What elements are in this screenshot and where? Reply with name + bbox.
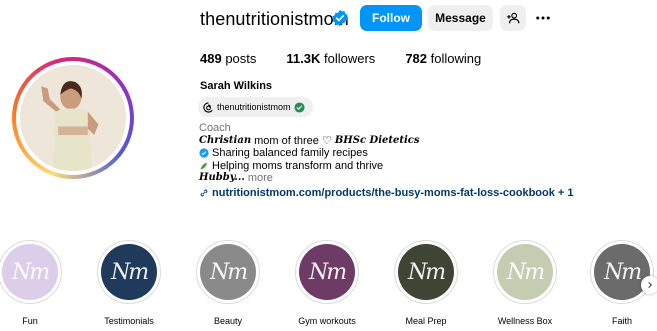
following-label: following bbox=[430, 51, 482, 66]
highlight-cover: Nm bbox=[200, 244, 256, 300]
nm-monogram-icon: Nm bbox=[603, 259, 642, 285]
nm-monogram-icon: Nm bbox=[209, 259, 248, 285]
highlight-ring: Nm bbox=[590, 240, 654, 304]
nm-monogram-icon: Nm bbox=[11, 259, 50, 285]
bio-hubby: Hubby... bbox=[199, 172, 245, 183]
add-person-icon bbox=[507, 12, 520, 24]
avatar-figure-icon bbox=[20, 65, 126, 171]
message-button[interactable]: Message bbox=[428, 5, 493, 31]
highlight-ring: Nm bbox=[196, 240, 260, 304]
highlight-label: Wellness Box bbox=[497, 316, 553, 326]
followers-count: 11.3K bbox=[286, 51, 321, 66]
threads-icon bbox=[203, 101, 213, 113]
bio-credentials: BHSc Dietetics bbox=[334, 134, 420, 146]
highlight-label: Fun bbox=[22, 316, 38, 326]
highlight-cover: Nm bbox=[398, 244, 454, 300]
followers-stat[interactable]: 11.3K followers bbox=[286, 51, 375, 66]
profile-avatar[interactable] bbox=[12, 57, 134, 179]
nm-monogram-icon: Nm bbox=[407, 259, 446, 285]
highlight-cover: Nm bbox=[594, 244, 650, 300]
bio-christian: Christian bbox=[199, 134, 252, 146]
leaf-icon bbox=[200, 162, 208, 170]
posts-label: posts bbox=[225, 51, 257, 66]
avatar-photo bbox=[20, 65, 126, 171]
profile-bio: Coach Christian mom of three ♡ BHSc Diet… bbox=[199, 122, 574, 199]
highlight-label: Faith bbox=[611, 316, 632, 326]
following-count: 782 bbox=[405, 51, 428, 66]
story-highlights: Nm Fun Nm Testimonials Nm Beauty Nm Gym … bbox=[0, 240, 657, 331]
profile-username: thenutritionistmom bbox=[200, 9, 349, 29]
bio-line-4: Hubby... more bbox=[199, 172, 574, 185]
highlight-ring: Nm bbox=[493, 240, 557, 304]
highlight-ring: Nm bbox=[97, 240, 161, 304]
highlight-meal-prep[interactable]: Nm Meal Prep bbox=[391, 240, 461, 326]
highlight-ring: Nm bbox=[394, 240, 458, 304]
followers-label: followers bbox=[324, 51, 376, 66]
highlight-label: Beauty bbox=[213, 316, 243, 326]
bio-link-row[interactable]: nutritionistmom.com/products/the-busy-mo… bbox=[199, 187, 574, 200]
highlight-gym-workouts[interactable]: Nm Gym workouts bbox=[292, 240, 362, 326]
highlight-wellness-box[interactable]: Nm Wellness Box bbox=[490, 240, 560, 326]
threads-handle: thenutritionistmom bbox=[217, 102, 291, 112]
bio-line-3: Helping moms transform and thrive bbox=[199, 160, 574, 173]
bio-mom: mom of three ♡ bbox=[254, 134, 332, 147]
highlight-cover: Nm bbox=[101, 244, 157, 300]
highlight-cover: Nm bbox=[497, 244, 553, 300]
highlight-beauty[interactable]: Nm Beauty bbox=[193, 240, 263, 326]
highlight-fun[interactable]: Nm Fun bbox=[0, 240, 65, 326]
threads-verified-icon bbox=[293, 101, 305, 113]
highlight-ring: Nm bbox=[0, 240, 62, 304]
nm-monogram-icon: Nm bbox=[506, 259, 545, 285]
profile-full-name: Sarah Wilkins bbox=[200, 80, 273, 92]
bio-line-1: Christian mom of three ♡ BHSc Dietetics bbox=[199, 135, 574, 148]
highlight-cover: Nm bbox=[2, 244, 58, 300]
nm-monogram-icon: Nm bbox=[110, 259, 149, 285]
bio-line-2: Sharing balanced family recipes bbox=[199, 147, 574, 160]
highlight-cover: Nm bbox=[299, 244, 355, 300]
suggested-accounts-button[interactable] bbox=[500, 5, 526, 31]
chevron-right-icon bbox=[648, 281, 653, 289]
highlight-ring: Nm bbox=[295, 240, 359, 304]
bio-website-link[interactable]: nutritionistmom.com/products/the-busy-mo… bbox=[212, 187, 574, 200]
follow-button[interactable]: Follow bbox=[360, 5, 422, 31]
highlight-label: Meal Prep bbox=[405, 316, 447, 326]
highlight-testimonials[interactable]: Nm Testimonials bbox=[94, 240, 164, 326]
threads-badge[interactable]: thenutritionistmom bbox=[198, 97, 313, 117]
posts-count: 489 bbox=[200, 51, 222, 66]
avatar-inner bbox=[16, 61, 130, 175]
nm-monogram-icon: Nm bbox=[308, 259, 347, 285]
profile-stats: 489 posts 11.3K followers 782 following bbox=[200, 51, 511, 66]
more-options-icon[interactable] bbox=[533, 9, 553, 27]
highlight-label: Gym workouts bbox=[298, 316, 356, 326]
highlights-next-button[interactable] bbox=[641, 276, 657, 294]
bio-more-link[interactable]: more bbox=[248, 172, 273, 185]
posts-stat: 489 posts bbox=[200, 51, 256, 66]
following-stat[interactable]: 782 following bbox=[405, 51, 481, 66]
link-icon bbox=[200, 189, 208, 197]
verified-badge-icon bbox=[332, 9, 348, 27]
profile-category: Coach bbox=[199, 122, 231, 134]
bio-recipes: Sharing balanced family recipes bbox=[212, 147, 368, 159]
highlight-label: Testimonials bbox=[104, 316, 154, 326]
verified-blue-icon bbox=[199, 148, 209, 158]
bio-helping: Helping moms transform and thrive bbox=[212, 159, 384, 172]
